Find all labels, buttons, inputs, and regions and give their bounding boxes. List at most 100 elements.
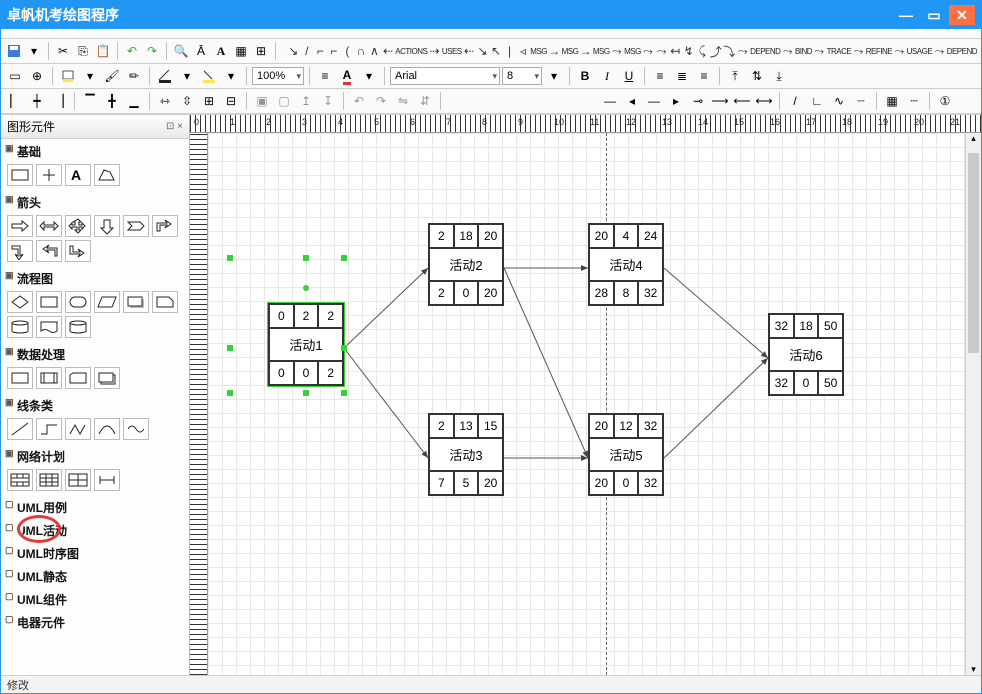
align-right-icon[interactable]: ≡ — [694, 66, 714, 86]
connector-style-3[interactable]: ⌐ — [328, 42, 341, 60]
align-c-icon[interactable]: ┿ — [27, 91, 47, 111]
shape-A[interactable]: A — [65, 164, 91, 186]
shape-act-6[interactable] — [7, 469, 33, 491]
shape-rect[interactable] — [7, 164, 33, 186]
connector-tail-0[interactable]: ⤳ — [737, 42, 750, 60]
line-color-icon[interactable] — [155, 66, 175, 86]
category-flowchart[interactable]: 流程图 — [5, 268, 185, 289]
shape-turn1[interactable] — [152, 215, 178, 237]
drawing-canvas[interactable]: 022活动100221820活动2202021315活动3752020424活动… — [208, 133, 981, 675]
caret2-icon[interactable]: ▾ — [80, 66, 100, 86]
align-r-icon[interactable]: ▕ — [49, 91, 69, 111]
connector-style-20[interactable]: ↯ — [682, 42, 695, 60]
pointer-icon[interactable]: ▭ — [5, 66, 25, 86]
fill-color-icon[interactable] — [58, 66, 78, 86]
connector-style-23[interactable]: ⤵ — [723, 42, 736, 60]
highlight-icon[interactable] — [199, 66, 219, 86]
connector[interactable] — [664, 358, 768, 458]
snap-icon[interactable]: ⊞ — [252, 41, 270, 61]
flip-h-icon[interactable]: ⇋ — [393, 91, 413, 111]
sidebar-pin-icon[interactable]: ⊡ × — [166, 121, 183, 132]
font-family-combo[interactable]: Arial — [390, 67, 500, 85]
conn-zig-icon[interactable]: ∿ — [829, 91, 849, 111]
paste-icon[interactable]: 📋 — [94, 41, 112, 61]
shape-step[interactable] — [36, 418, 62, 440]
connector-style-12[interactable]: | — [503, 42, 516, 60]
activity-node-n2[interactable]: 21820活动22020 — [428, 223, 504, 306]
category-uml-activity[interactable]: UML活动 — [5, 520, 185, 541]
shape-round[interactable] — [65, 291, 91, 313]
conn-patt2-icon[interactable]: ⟶ — [710, 91, 730, 111]
line-style-icon[interactable]: ≡ — [315, 66, 335, 86]
conn-straight-icon[interactable]: / — [785, 91, 805, 111]
shape-card2[interactable] — [65, 367, 91, 389]
connector[interactable] — [664, 268, 768, 358]
zoom-combo[interactable]: 100% — [252, 67, 304, 85]
connector-style-15[interactable]: → — [579, 42, 592, 60]
grid-icon[interactable]: ▦ — [232, 41, 250, 61]
activity-node-n1[interactable]: 022活动1002 — [268, 303, 344, 386]
conn-dash-icon[interactable]: ┈ — [851, 91, 871, 111]
shape-lr-arrow[interactable] — [36, 215, 62, 237]
connector-style-9[interactable]: ⇠ — [463, 42, 476, 60]
undo-icon[interactable]: ↶ — [123, 41, 141, 61]
connector-style-18[interactable]: ⤳ — [655, 42, 668, 60]
connector-style-16[interactable]: ⤳ — [611, 42, 624, 60]
valign-bot-icon[interactable]: ⤓ — [769, 66, 789, 86]
category-uml-usecase[interactable]: UML用例 — [5, 497, 185, 518]
copy-icon[interactable]: ⎘ — [74, 41, 92, 61]
activity-node-n5[interactable]: 201232活动520032 — [588, 413, 664, 496]
connector-tail-2[interactable]: ⤳ — [813, 42, 826, 60]
redo-icon[interactable]: ↷ — [143, 41, 161, 61]
shape-d-arrow[interactable] — [94, 215, 120, 237]
shape-turn3[interactable] — [36, 240, 62, 262]
shape-rect2[interactable] — [36, 291, 62, 313]
group-icon[interactable]: ⊞ — [199, 91, 219, 111]
connector-style-5[interactable]: ∩ — [355, 42, 368, 60]
category-uml-sequence[interactable]: UML时序图 — [5, 543, 185, 564]
connector-style-17[interactable]: ⤳ — [642, 42, 655, 60]
connector-style-21[interactable]: ⤹ — [696, 42, 709, 60]
category-uml-component[interactable]: UML组件 — [5, 589, 185, 610]
connector-style-11[interactable]: ↖ — [490, 42, 503, 60]
align-t-icon[interactable]: ▔ — [80, 91, 100, 111]
shape-card[interactable] — [152, 291, 178, 313]
connector-style-2[interactable]: ⌐ — [314, 42, 327, 60]
conn-arrow-l-icon[interactable]: ◂ — [622, 91, 642, 111]
shape-quad-arrow[interactable] — [65, 215, 91, 237]
shape-stack[interactable] — [94, 367, 120, 389]
shape-chevron[interactable] — [123, 215, 149, 237]
align-left-icon[interactable]: ≡ — [650, 66, 670, 86]
dist-h-icon[interactable]: ⇿ — [155, 91, 175, 111]
number-icon[interactable]: ① — [935, 91, 955, 111]
flip-v-icon[interactable]: ⇵ — [415, 91, 435, 111]
connector[interactable] — [504, 268, 588, 458]
resize-handle[interactable] — [303, 390, 309, 396]
front-icon[interactable]: ▣ — [252, 91, 272, 111]
connector-style-22[interactable]: ⤴ — [709, 42, 722, 60]
resize-handle[interactable] — [341, 255, 347, 261]
conn-patt3-icon[interactable]: ⟵ — [732, 91, 752, 111]
shape-arc[interactable] — [94, 418, 120, 440]
activity-node-n4[interactable]: 20424活动428832 — [588, 223, 664, 306]
italic-button[interactable]: I — [597, 66, 617, 86]
resize-handle[interactable] — [227, 255, 233, 261]
conn-elbow-icon[interactable]: ∟ — [807, 91, 827, 111]
text-frame-icon[interactable]: Ā — [192, 41, 210, 61]
connector[interactable] — [344, 348, 428, 458]
font-size-combo[interactable]: 8 — [502, 67, 542, 85]
shape-rect3[interactable] — [7, 367, 33, 389]
shape-zig[interactable] — [65, 418, 91, 440]
connector-tail-3[interactable]: ⤳ — [852, 42, 865, 60]
shape-cyl[interactable] — [7, 316, 33, 338]
connector-style-4[interactable]: ( — [341, 42, 354, 60]
shape-poly[interactable] — [94, 164, 120, 186]
cut-icon[interactable]: ✂ — [54, 41, 72, 61]
rotate-r-icon[interactable]: ↷ — [371, 91, 391, 111]
category-basic[interactable]: 基础 — [5, 141, 185, 162]
connector-style-13[interactable]: ◃ — [517, 42, 530, 60]
zoom-in-icon[interactable]: 🔍 — [172, 41, 190, 61]
shape-slash[interactable] — [7, 418, 33, 440]
category-uml-static[interactable]: UML静态 — [5, 566, 185, 587]
back-icon[interactable]: ▢ — [274, 91, 294, 111]
